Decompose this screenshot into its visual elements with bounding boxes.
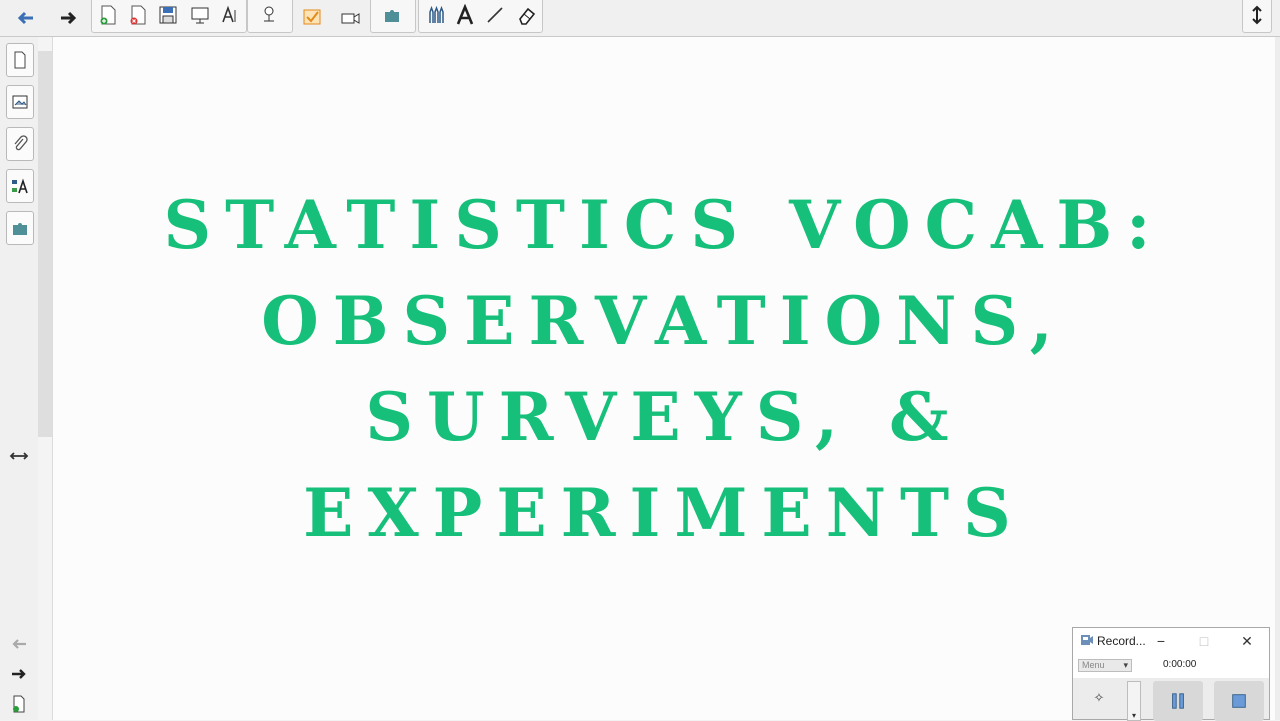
- toolbar-toggle-group: [1242, 0, 1272, 33]
- text-icon[interactable]: [451, 1, 479, 29]
- sidebar-tab-addons[interactable]: [6, 211, 34, 245]
- sidebar-tab-gallery[interactable]: [6, 85, 34, 119]
- sidebar-tab-properties[interactable]: [6, 169, 34, 203]
- page-tools-group: [91, 0, 247, 33]
- stop-icon: [1232, 694, 1246, 708]
- recorder-logo-icon: [1081, 635, 1093, 645]
- screen-shade-icon[interactable]: [186, 1, 214, 29]
- document-camera-icon[interactable]: [255, 1, 283, 29]
- recorder-settings-icon[interactable]: ✧: [1087, 686, 1111, 710]
- text-tool-icon[interactable]: [216, 1, 244, 29]
- slide-title-line-3: Surveys, &: [365, 378, 963, 456]
- line-icon[interactable]: [481, 1, 509, 29]
- recorder-options-dropdown[interactable]: ▾: [1127, 681, 1141, 721]
- maximize-button[interactable]: □: [1190, 630, 1218, 652]
- sidebar: [0, 37, 39, 720]
- puzzle-icon: [13, 223, 27, 235]
- slide-title-line-2: Observations,: [261, 282, 1067, 360]
- recorder-menu-dropdown[interactable]: Menu ▾: [1078, 659, 1132, 672]
- camera-group: [247, 0, 293, 33]
- chevron-down-icon: ▾: [1123, 660, 1128, 670]
- back-arrow-icon[interactable]: [12, 4, 40, 32]
- page-scrollbar-thumb[interactable]: [38, 51, 52, 437]
- close-button[interactable]: ✕: [1233, 630, 1261, 652]
- forward-arrow-icon[interactable]: [54, 4, 82, 32]
- recorder-menu-label: Menu: [1082, 660, 1105, 670]
- stop-button[interactable]: [1214, 681, 1264, 721]
- drawing-tools-group: [418, 0, 543, 33]
- save-icon[interactable]: [154, 1, 182, 29]
- page-icon: [14, 51, 26, 69]
- resize-arrows-icon[interactable]: [7, 444, 31, 468]
- properties-icon: [12, 178, 28, 194]
- slide-title-line-4: Experiments: [303, 474, 1025, 552]
- minimize-button[interactable]: −: [1147, 630, 1175, 652]
- slide-title-line-1: Statistics Vocab:: [163, 186, 1165, 264]
- chevron-down-icon: ▾: [1131, 711, 1136, 720]
- pause-icon: [1172, 693, 1184, 709]
- new-page-icon[interactable]: [94, 1, 122, 29]
- response-icon[interactable]: [298, 4, 326, 32]
- video-icon[interactable]: [336, 4, 364, 32]
- sidebar-tab-attachments[interactable]: [6, 127, 34, 161]
- gallery-icon: [12, 95, 28, 109]
- addons-icon[interactable]: [378, 1, 406, 29]
- sidebar-tab-page-sorter[interactable]: [6, 43, 34, 77]
- pens-icon[interactable]: [421, 1, 449, 29]
- vertical-scrollbar[interactable]: [1275, 37, 1280, 720]
- sidebar-back-arrow-icon[interactable]: [7, 632, 31, 656]
- paperclip-icon: [14, 135, 28, 151]
- toolbar-toggle-icon[interactable]: [1243, 1, 1271, 29]
- sidebar-new-page-icon[interactable]: [7, 692, 31, 716]
- eraser-icon[interactable]: [513, 1, 541, 29]
- page-scrollbar[interactable]: [38, 37, 53, 720]
- delete-page-icon[interactable]: [124, 1, 152, 29]
- sidebar-forward-arrow-icon[interactable]: [7, 662, 31, 686]
- main-toolbar: [0, 0, 1280, 37]
- whiteboard-canvas[interactable]: Statistics Vocab: Observations, Surveys,…: [53, 37, 1275, 720]
- recorder-window: Record... − □ ✕ Menu ▾ 0:00:00 ✧ ▾: [1072, 627, 1270, 721]
- addons-group: [370, 0, 416, 33]
- pause-button[interactable]: [1153, 681, 1203, 721]
- recording-time: 0:00:00: [1163, 659, 1197, 670]
- recorder-title: Record...: [1097, 634, 1146, 648]
- slide-title: Statistics Vocab: Observations, Surveys,…: [53, 177, 1275, 561]
